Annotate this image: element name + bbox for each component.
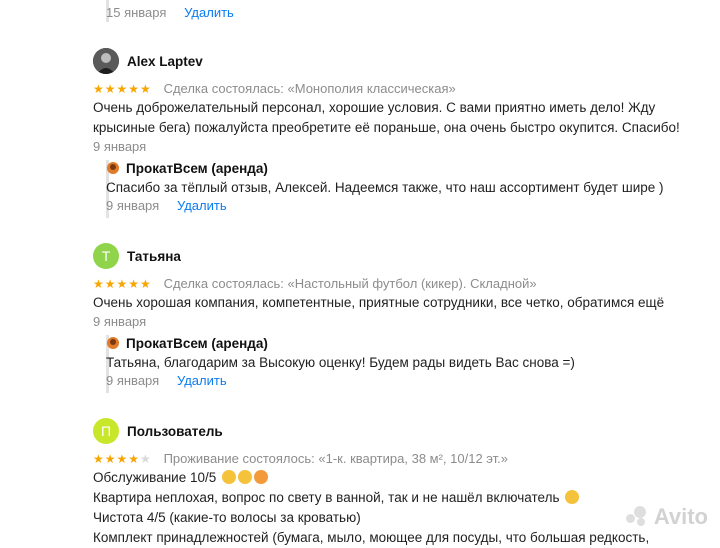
avatar[interactable]: Т: [93, 243, 119, 269]
grinning-emoji-icon: [565, 490, 580, 504]
review-line: Обслуживание 10/5: [93, 470, 217, 485]
review-item: П Пользователь ★★★★★ Проживание состояло…: [93, 418, 713, 548]
avatar[interactable]: П: [93, 418, 119, 444]
deal-info: Сделка состоялась: «Настольный футбол (к…: [163, 276, 537, 291]
avito-logo-icon: [625, 506, 648, 528]
top-reply-footer: 15 января Удалить: [106, 5, 234, 20]
reply-date: 9 января: [106, 198, 160, 213]
review-text-line: Чистота 4/5 (какие-то волосы за кроватью…: [93, 510, 361, 525]
rating-stars: ★★★★★: [93, 277, 152, 291]
delete-reply-link[interactable]: Удалить: [177, 373, 227, 388]
shop-name[interactable]: ПрокатВсем (аренда): [126, 161, 268, 176]
watermark-text: Avito: [653, 504, 708, 529]
avito-watermark: Avito: [625, 504, 708, 530]
review-date: 9 января: [93, 314, 147, 329]
review-item: Alex Laptev ★★★★★ Сделка состоялась: «Мо…: [93, 48, 693, 154]
deal-info: Проживание состоялось: «1-к. квартира, 3…: [163, 451, 508, 466]
thumbs-up-emoji-icon: [238, 470, 253, 484]
review-text-line: Обслуживание 10/5: [93, 468, 713, 488]
delete-reply-link[interactable]: Удалить: [177, 198, 227, 213]
reply-date: 15 января: [106, 5, 167, 20]
review-text-line: Комплект принадлежностей (бумага, мыло, …: [93, 530, 650, 545]
reply-date: 9 января: [106, 373, 160, 388]
avatar-letter: П: [100, 423, 112, 439]
review-line: Квартира неплохая, вопрос по свету в ван…: [93, 490, 560, 505]
review-item: Т Татьяна ★★★★★ Сделка состоялась: «Наст…: [93, 243, 693, 329]
reply-text: Спасибо за тёплый отзыв, Алексей. Надеем…: [106, 180, 664, 195]
review-author[interactable]: Alex Laptev: [127, 54, 203, 69]
avatar-letter: Т: [101, 248, 111, 264]
user-photo-icon: [93, 48, 119, 74]
avatar[interactable]: [93, 48, 119, 74]
shop-reply: ПрокатВсем (аренда) Спасибо за тёплый от…: [106, 161, 706, 213]
empty-star-icon: ★: [140, 452, 152, 466]
shop-name[interactable]: ПрокатВсем (аренда): [126, 336, 268, 351]
rating-stars: ★★★★★: [93, 82, 152, 96]
review-text-line: Квартира неплохая, вопрос по свету в ван…: [93, 488, 713, 508]
review-author[interactable]: Татьяна: [127, 249, 181, 264]
review-text: Очень хорошая компания, компетентные, пр…: [93, 295, 665, 310]
reply-text: Татьяна, благодарим за Высокую оценку! Б…: [106, 355, 575, 370]
review-date: 9 января: [93, 139, 147, 154]
heart-eyes-emoji-icon: [254, 470, 269, 484]
deal-info: Сделка состоялась: «Монополия классическ…: [163, 81, 456, 96]
shop-logo-icon: [107, 337, 119, 349]
review-author[interactable]: Пользователь: [127, 424, 223, 439]
review-text: Очень доброжелательный персонал, хорошие…: [93, 100, 680, 135]
shop-logo-icon: [107, 162, 119, 174]
shop-reply: ПрокатВсем (аренда) Татьяна, благодарим …: [106, 336, 706, 388]
rating-stars: ★★★★: [93, 452, 141, 466]
reviews-page: { "top_reply": { "date": "15 января", "d…: [0, 0, 720, 545]
delete-reply-link[interactable]: Удалить: [184, 5, 234, 20]
ok-hand-emoji-icon: [222, 470, 237, 484]
